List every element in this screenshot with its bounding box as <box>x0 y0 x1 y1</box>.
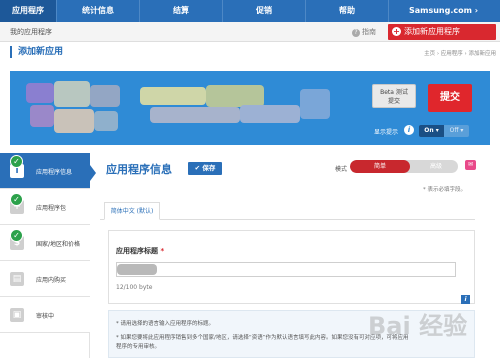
blurred-content <box>94 111 118 131</box>
page-title: 添加新应用 <box>10 46 63 58</box>
nav-link-samsung[interactable]: Samsung.com › <box>389 0 498 22</box>
note-line: * 如果您要将此应用程序销售到多个国家/地区，请选择“资语”作为默认语言填写此内… <box>116 335 409 341</box>
blurred-content <box>140 87 206 105</box>
mode-switch[interactable]: 简单 高级 <box>350 160 458 173</box>
char-count: 12/100 byte <box>116 284 153 291</box>
blurred-content <box>54 109 94 133</box>
blurred-content <box>26 83 54 103</box>
watermark: Bai 经验 <box>368 312 468 340</box>
required-marker: * <box>160 247 165 255</box>
chat-icon[interactable]: ✉ <box>465 160 476 170</box>
save-button[interactable]: ✔ 保存 <box>188 162 222 175</box>
purchase-icon: ▤ <box>10 272 24 286</box>
app-banner <box>10 71 490 145</box>
blurred-content <box>54 81 90 107</box>
sidebar-item-label: 国家/地区和价格 <box>36 241 81 248</box>
blurred-input-value <box>117 264 157 275</box>
info-icon[interactable]: i <box>404 125 414 135</box>
mode-advanced[interactable]: 高级 <box>414 160 458 173</box>
app-title-label-text: 应用程序标题 <box>116 247 158 255</box>
my-apps-link[interactable]: 我的应用程序 <box>10 22 52 42</box>
active-indicator-arrow <box>90 165 96 181</box>
mode-simple[interactable]: 简单 <box>350 160 410 173</box>
check-icon: ✓ <box>10 193 23 206</box>
language-tabs: 简体中文 (默认) <box>100 202 475 220</box>
sidebar-item-label: 应用程序包 <box>36 205 67 212</box>
check-icon: ✓ <box>10 155 23 168</box>
add-new-app-button[interactable]: + 添加新应用程序 <box>388 24 496 40</box>
tab-simplified-chinese[interactable]: 简体中文 (默认) <box>104 202 160 220</box>
toggle-off[interactable]: Off ▾ <box>444 125 469 137</box>
nav-tab-settlement[interactable]: 结算 <box>140 0 222 22</box>
show-hint-label: 显示提示 <box>374 129 399 136</box>
sidebar-item-label: 应用程序信息 <box>36 169 73 176</box>
blurred-content <box>90 85 120 107</box>
nav-tab-statistics[interactable]: 统计信息 <box>57 0 139 22</box>
blurred-content <box>240 105 300 123</box>
beta-label: Beta 测试 <box>380 89 408 96</box>
note-line: * 请用选择的语言输入应用程序的标题。 <box>116 321 214 327</box>
plus-icon: + <box>392 27 401 36</box>
beta-test-submit-button[interactable]: Beta 测试 提交 <box>372 84 416 108</box>
blurred-content <box>300 89 330 119</box>
add-new-app-label: 添加新应用程序 <box>404 27 460 36</box>
blurred-content <box>30 105 54 127</box>
review-icon: ▣ <box>10 308 24 322</box>
blurred-content <box>150 107 240 123</box>
mode-label: 模式 <box>335 166 348 173</box>
top-nav: 应用程序 统计信息 结算 促销 帮助 Samsung.com › <box>0 0 500 22</box>
nav-tab-apps[interactable]: 应用程序 <box>0 0 56 22</box>
sidebar-item-label: 应用内购买 <box>36 277 67 284</box>
sidebar-item-in-app-purchase[interactable]: ▤ 应用内购买 <box>0 261 90 297</box>
note-line: 程序的专用审核。 <box>116 344 161 350</box>
nav-tab-help[interactable]: 帮助 <box>306 0 388 22</box>
app-title-label: 应用程序标题 * <box>116 246 164 256</box>
app-title-input[interactable] <box>116 262 456 277</box>
guide-link[interactable]: ? 指南 <box>352 22 376 42</box>
help-icon: ? <box>352 29 360 37</box>
sidebar-item-label: 审核中 <box>36 313 55 320</box>
required-note: * 表示必填字段。 <box>423 187 466 193</box>
left-sidebar: i 应用程序信息 + 应用程序包 $ 国家/地区和价格 ▤ 应用内购买 ▣ 审核… <box>0 153 90 358</box>
check-icon: ✓ <box>10 229 23 242</box>
beta-submit-label: 提交 <box>387 98 400 105</box>
sidebar-item-under-review[interactable]: ▣ 审核中 <box>0 297 90 333</box>
breadcrumb[interactable]: 主页 › 应用程序 › 添加新应用 <box>424 49 496 57</box>
toggle-on[interactable]: On ▾ <box>419 125 444 137</box>
nav-tab-promotion[interactable]: 促销 <box>223 0 305 22</box>
blurred-content <box>206 85 264 107</box>
section-title: 应用程序信息 <box>106 163 172 176</box>
hint-toggle[interactable]: On ▾ Off ▾ <box>419 125 469 137</box>
submit-button[interactable]: 提交 <box>428 84 472 112</box>
guide-label: 指南 <box>362 28 376 36</box>
info-icon[interactable]: i <box>461 295 470 304</box>
